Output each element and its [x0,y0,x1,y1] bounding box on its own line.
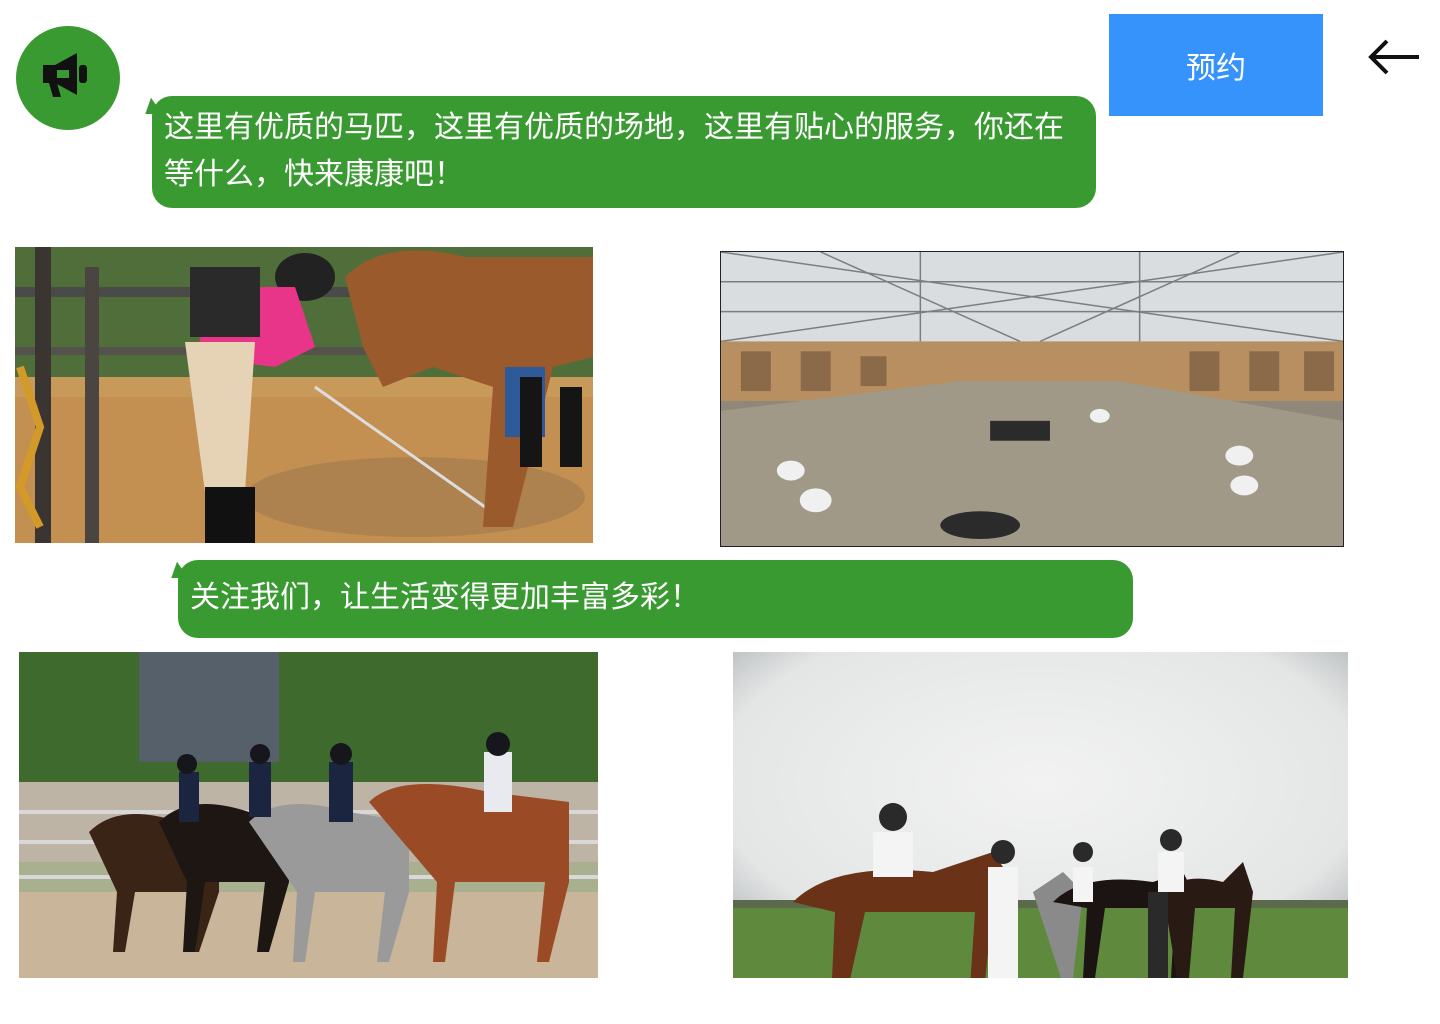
photo-kids-riding [19,652,598,978]
photo-washing-horse [15,247,593,543]
megaphone-icon [39,51,97,105]
message-text: 关注我们，让生活变得更加丰富多彩！ [190,580,700,615]
back-button[interactable] [1362,36,1424,82]
arrow-left-icon [1365,37,1421,81]
message-text: 这里有优质的马匹，这里有优质的场地，这里有贴心的服务，你还在等什么，快来康康吧！ [164,110,1064,192]
message-bubble: 这里有优质的马匹，这里有优质的场地，这里有贴心的服务，你还在等什么，快来康康吧！ [152,96,1096,208]
photo-indoor-arena [720,251,1344,547]
page: 预约 这里有优质的马匹，这里有优质的场地，这里有贴心的服务，你还在等什么，快来康… [0,0,1440,1024]
book-button[interactable]: 预约 [1109,14,1323,116]
photo-group-with-horses [733,652,1348,978]
message-bubble: 关注我们，让生活变得更加丰富多彩！ [178,560,1133,638]
avatar [16,26,120,130]
